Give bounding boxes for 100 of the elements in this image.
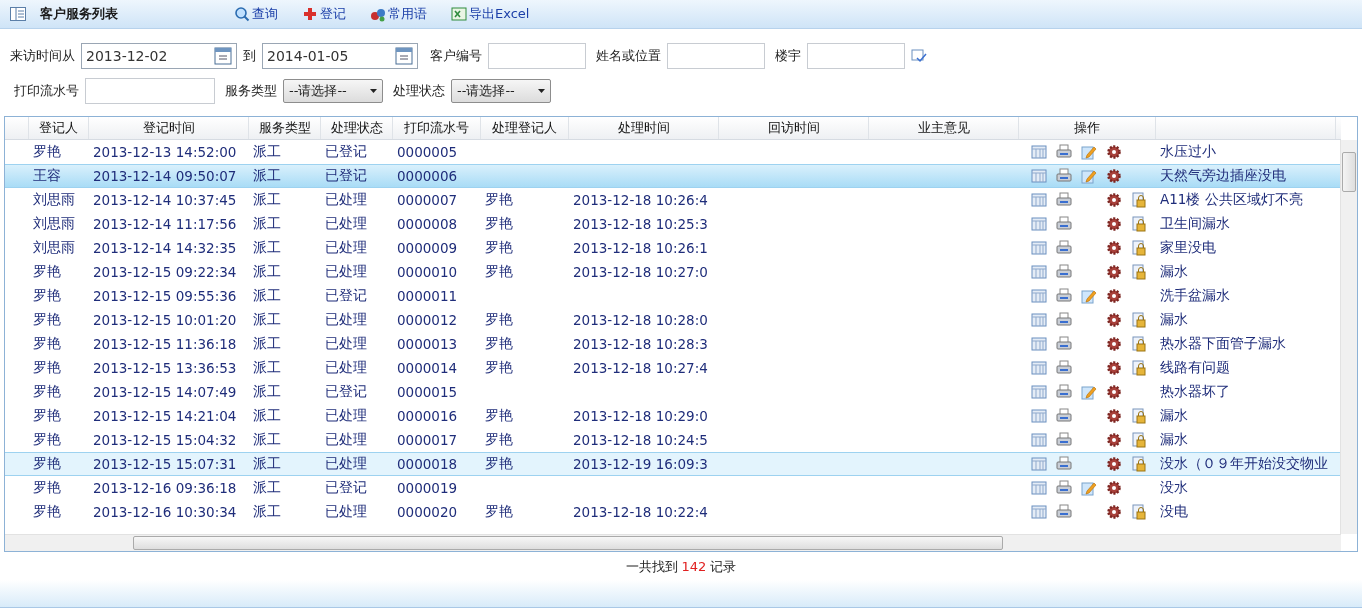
vertical-scrollbar[interactable] bbox=[1340, 140, 1357, 534]
printer-icon[interactable] bbox=[1056, 504, 1072, 520]
locked-document-icon[interactable] bbox=[1131, 408, 1147, 424]
edit-icon[interactable] bbox=[1081, 480, 1097, 496]
printer-icon[interactable] bbox=[1056, 312, 1072, 328]
table-icon[interactable] bbox=[1031, 312, 1047, 328]
calendar-icon[interactable] bbox=[395, 47, 413, 65]
gear-icon[interactable] bbox=[1106, 312, 1122, 328]
toolbar-link[interactable]: 导出Excel bbox=[451, 5, 530, 23]
column-header[interactable]: 回访时间 bbox=[719, 117, 869, 139]
edit-icon[interactable] bbox=[1081, 384, 1097, 400]
locked-document-icon[interactable] bbox=[1131, 216, 1147, 232]
gear-icon[interactable] bbox=[1106, 360, 1122, 376]
table-icon[interactable] bbox=[1031, 504, 1047, 520]
table-icon[interactable] bbox=[1031, 480, 1047, 496]
gear-icon[interactable] bbox=[1106, 192, 1122, 208]
edit-icon[interactable] bbox=[1081, 144, 1097, 160]
column-header[interactable]: 业主意见 bbox=[869, 117, 1019, 139]
locked-document-icon[interactable] bbox=[1131, 360, 1147, 376]
printer-icon[interactable] bbox=[1056, 264, 1072, 280]
table-cell-text: 2013-12-15 14:07:49 bbox=[92, 384, 238, 400]
locked-document-icon[interactable] bbox=[1131, 264, 1147, 280]
gear-icon[interactable] bbox=[1106, 480, 1122, 496]
column-header[interactable]: 登记人 bbox=[29, 117, 89, 139]
dropdown[interactable]: --请选择-- bbox=[451, 79, 551, 103]
table-icon[interactable] bbox=[1031, 144, 1047, 160]
table-icon[interactable] bbox=[1031, 384, 1047, 400]
gear-icon[interactable] bbox=[1106, 408, 1122, 424]
column-header[interactable]: 操作 bbox=[1019, 117, 1156, 139]
locked-document-icon[interactable] bbox=[1131, 456, 1147, 472]
input-field[interactable] bbox=[807, 43, 905, 69]
printer-icon[interactable] bbox=[1056, 360, 1072, 376]
locked-document-icon[interactable] bbox=[1131, 336, 1147, 352]
table-cell-text: 0000011 bbox=[396, 288, 459, 304]
table-cell-text: 2013-12-18 10:28:0 bbox=[572, 312, 709, 328]
toolbar-link[interactable]: 查询 bbox=[234, 5, 278, 23]
table-row[interactable]: 王容 2013-12-14 09:50:07 派工 已登记 0000006 天然气旁边插座没电 bbox=[5, 164, 1340, 188]
table-icon[interactable] bbox=[1031, 456, 1047, 472]
edit-icon[interactable] bbox=[1081, 288, 1097, 304]
printer-icon[interactable] bbox=[1056, 168, 1072, 184]
date-field[interactable]: 2013-12-02 bbox=[81, 43, 237, 69]
table-icon[interactable] bbox=[1031, 408, 1047, 424]
horizontal-scrollbar[interactable] bbox=[5, 534, 1341, 551]
printer-icon[interactable] bbox=[1056, 480, 1072, 496]
gear-icon[interactable] bbox=[1106, 504, 1122, 520]
table-icon[interactable] bbox=[1031, 360, 1047, 376]
gear-icon[interactable] bbox=[1106, 240, 1122, 256]
printer-icon[interactable] bbox=[1056, 384, 1072, 400]
date-field[interactable]: 2014-01-05 bbox=[262, 43, 418, 69]
printer-icon[interactable] bbox=[1056, 144, 1072, 160]
gear-icon[interactable] bbox=[1106, 336, 1122, 352]
table-icon[interactable] bbox=[1031, 192, 1047, 208]
table-row[interactable]: 罗艳 2013-12-15 15:07:31 派工 已处理 0000018 罗艳 2013-12-19 16:09:3 没水（０９年开始没交物业 bbox=[5, 452, 1340, 476]
column-header[interactable]: 打印流水号 bbox=[393, 117, 481, 139]
locked-document-icon[interactable] bbox=[1131, 504, 1147, 520]
table-icon[interactable] bbox=[1031, 336, 1047, 352]
locked-document-icon[interactable] bbox=[1131, 240, 1147, 256]
column-header[interactable]: 服务类型 bbox=[249, 117, 321, 139]
toolbar-link[interactable]: 登记 bbox=[302, 5, 346, 23]
input-field[interactable] bbox=[85, 78, 215, 104]
gear-icon[interactable] bbox=[1106, 168, 1122, 184]
table-icon[interactable] bbox=[1031, 168, 1047, 184]
edit-icon[interactable] bbox=[1081, 168, 1097, 184]
column-header[interactable]: 处理时间 bbox=[569, 117, 719, 139]
printer-icon[interactable] bbox=[1056, 432, 1072, 448]
dropdown[interactable]: --请选择-- bbox=[283, 79, 383, 103]
input-field[interactable] bbox=[488, 43, 586, 69]
table-cell-text: 2013-12-18 10:24:5 bbox=[572, 432, 709, 448]
input-field[interactable] bbox=[667, 43, 765, 69]
gear-icon[interactable] bbox=[1106, 384, 1122, 400]
printer-icon[interactable] bbox=[1056, 192, 1072, 208]
column-header[interactable]: 处理状态 bbox=[321, 117, 393, 139]
table-icon[interactable] bbox=[1031, 288, 1047, 304]
gear-icon[interactable] bbox=[1106, 264, 1122, 280]
table-icon[interactable] bbox=[1031, 216, 1047, 232]
column-header[interactable]: 登记时间 bbox=[89, 117, 249, 139]
locked-document-icon[interactable] bbox=[1131, 312, 1147, 328]
table-icon[interactable] bbox=[1031, 240, 1047, 256]
gear-icon[interactable] bbox=[1106, 144, 1122, 160]
table-cell-text: 漏水 bbox=[1159, 311, 1189, 329]
gear-icon[interactable] bbox=[1106, 216, 1122, 232]
locked-document-icon[interactable] bbox=[1131, 432, 1147, 448]
table-cell-text: 2013-12-15 14:21:04 bbox=[92, 408, 238, 424]
printer-icon[interactable] bbox=[1056, 288, 1072, 304]
locked-document-icon[interactable] bbox=[1131, 192, 1147, 208]
printer-icon[interactable] bbox=[1056, 216, 1072, 232]
gear-icon[interactable] bbox=[1106, 288, 1122, 304]
table-icon[interactable] bbox=[1031, 432, 1047, 448]
calendar-icon[interactable] bbox=[214, 47, 232, 65]
gear-icon[interactable] bbox=[1106, 432, 1122, 448]
printer-icon[interactable] bbox=[1056, 240, 1072, 256]
printer-icon[interactable] bbox=[1056, 408, 1072, 424]
table-icon[interactable] bbox=[1031, 264, 1047, 280]
table-cell-text: 0000014 bbox=[396, 360, 459, 376]
gear-icon[interactable] bbox=[1106, 456, 1122, 472]
column-header[interactable]: 处理登记人 bbox=[481, 117, 569, 139]
toolbar-link[interactable]: 常用语 bbox=[370, 5, 427, 23]
printer-icon[interactable] bbox=[1056, 456, 1072, 472]
table-cell-text: 派工 bbox=[252, 263, 282, 281]
printer-icon[interactable] bbox=[1056, 336, 1072, 352]
